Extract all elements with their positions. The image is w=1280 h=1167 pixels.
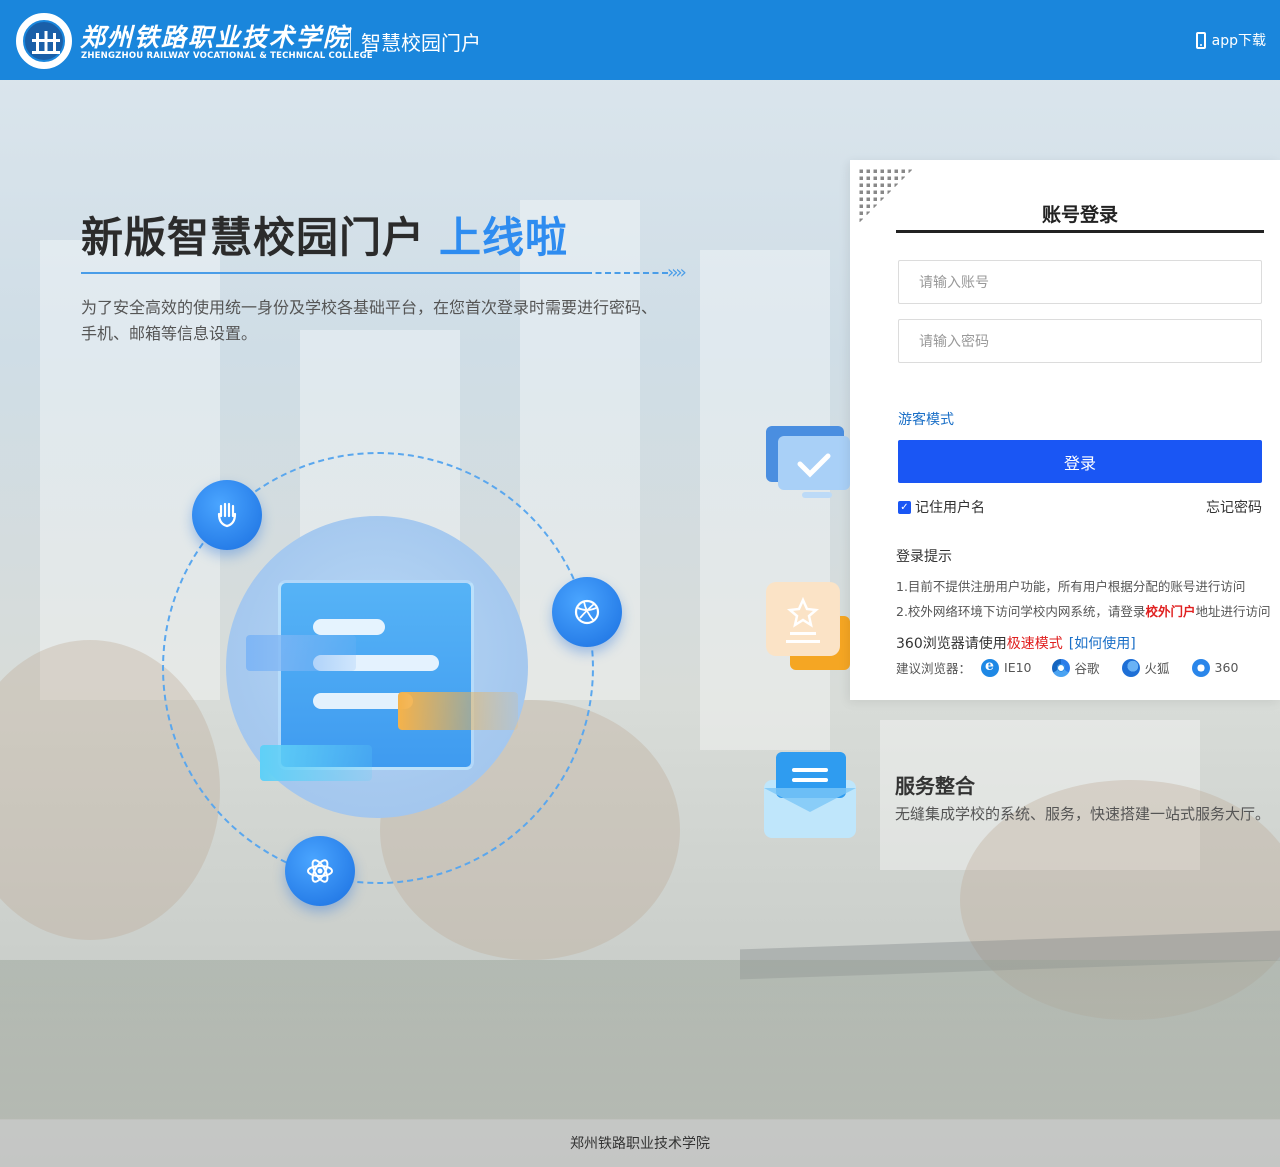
account-login-tab[interactable]: 账号登录 [896,200,1264,227]
app-download-link[interactable]: app下载 [1195,30,1266,50]
portal-illustration [150,440,630,920]
orange-card-shape [398,692,518,730]
portal-title: 智慧校园门户 [361,31,481,55]
school-name-cn: 郑州铁路职业技术学院 [80,23,351,52]
hero-underline [81,272,586,274]
tip2-suffix: 地址进行访问 [1195,604,1271,619]
browser-ie-label: IE10 [1004,660,1032,675]
globe-icon [552,577,622,647]
browser-firefox[interactable]: 火狐 [1121,658,1170,677]
hero-description: 为了安全高效的使用统一身份及学校各基础平台，在您首次登录时需要进行密码、手机、邮… [81,298,658,343]
chrome-icon [1051,658,1070,677]
atom-icon [285,836,355,906]
hero-title-accent: 上线啦 [439,213,569,262]
external-portal-link[interactable]: 校外门户 [1145,604,1195,619]
login-panel: 账号登录 请输入账号 请输入密码 游客模式 登录 ✓ 记住用户名 忘记密码 登录… [850,160,1280,700]
school-logo-emblem[interactable] [16,13,72,69]
guest-mode-link[interactable]: 游客模式 [898,409,954,429]
service-integration-title: 服务整合 [895,774,975,798]
service-integration-desc: 无缝集成学校的系统、服务，快速搭建一站式服务大厅。 [895,805,1271,823]
firefox-icon [1121,658,1140,677]
login-tips-title: 登录提示 [896,549,952,565]
blue-card-shape [246,635,356,671]
how-to-use-link[interactable]: [如何使用] [1069,636,1136,652]
browser-360[interactable]: 360 [1191,658,1239,677]
mail-icon [762,752,856,838]
login-button[interactable]: 登录 [898,440,1262,483]
mobile-phone-icon [1195,31,1206,49]
login-tip-1: 1.目前不提供注册用户功能，所有用户根据分配的账号进行访问 [896,579,1246,594]
school-name-en: ZHENGZHOU RAILWAY VOCATIONAL & TECHNICAL… [81,51,373,61]
recommend-label: 建议浏览器： [896,661,972,676]
footer-text: 郑州铁路职业技术学院 [570,1136,710,1152]
login-tip-2: 2.校外网络环境下访问学校内网系统，请登录校外门户地址进行访问 [896,601,1270,620]
recommended-browsers: 建议浏览器： IE10 谷歌 火狐 360 [896,658,1238,677]
chevron-arrows-icon: ›››› [667,262,687,283]
hero-title: 新版智慧校园门户 上线啦 [81,204,568,265]
forgot-password-link[interactable]: 忘记密码 [1206,497,1262,517]
login-tab-underline [896,230,1264,233]
browser-ie[interactable]: IE10 [981,658,1032,677]
browser-firefox-label: 火狐 [1144,661,1170,676]
app-download-label: app下载 [1211,33,1266,49]
tip2-prefix: 2.校外网络环境下访问学校内网系统，请登录 [896,604,1146,619]
cyan-card-shape [260,745,372,781]
hero-title-main: 新版智慧校园门户 [81,213,426,262]
browser-chrome[interactable]: 谷歌 [1051,658,1100,677]
monitor-check-icon [766,426,850,502]
hand-icon [192,480,262,550]
remember-username[interactable]: ✓ 记住用户名 [898,497,985,517]
page-footer: 郑州铁路职业技术学院 [0,1119,1280,1167]
document-icon [278,580,474,770]
remember-checkbox[interactable]: ✓ [898,500,911,514]
browser-360-label: 360 [1214,660,1239,675]
star-badge-icon [766,582,850,670]
speed-mode-label: 极速模式 [1006,636,1063,652]
browser-chrome-label: 谷歌 [1074,661,1100,676]
remember-label: 记住用户名 [915,500,985,516]
hero-dashed-line [586,272,668,274]
top-header: 郑州铁路职业技术学院 ZHENGZHOU RAILWAY VOCATIONAL … [0,0,1280,80]
browser-hint: 360浏览器请使用极速模式 [如何使用] [896,633,1136,653]
header-divider [350,27,351,51]
browser-hint-prefix: 360浏览器请使用 [896,636,1007,652]
account-input[interactable]: 请输入账号 [898,260,1262,304]
password-input[interactable]: 请输入密码 [898,319,1262,363]
browser-360-icon [1191,658,1210,677]
ie-icon [981,658,1000,677]
